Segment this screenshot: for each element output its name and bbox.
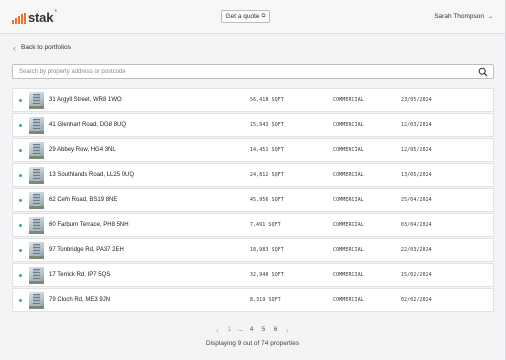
property-type: COMMERCIAL	[333, 173, 364, 178]
property-thumbnail	[29, 217, 44, 234]
property-area: 14,451 SQFT	[250, 148, 284, 153]
property-area: 56,418 SQFT	[250, 98, 284, 103]
property-address: 79 Cloch Rd, ME3 9JN	[49, 297, 111, 303]
property-thumbnail	[29, 167, 44, 184]
property-date: 22/03/2024	[401, 248, 432, 253]
property-row[interactable]: 97 Tonbridge Rd, PA37 2EH 18,983 SQFT CO…	[12, 238, 494, 262]
property-date: 12/05/2024	[401, 148, 432, 153]
property-row[interactable]: 79 Cloch Rd, ME3 9JN 8,319 SQFT COMMERCI…	[12, 288, 494, 312]
page: stak ® Get a quote ⧉ Sarah Thompson ⌄ ‹ …	[0, 0, 506, 360]
property-row[interactable]: 29 Abbey Row, HG4 3NL 14,451 SQFT COMMER…	[12, 138, 494, 162]
status-dot	[19, 149, 22, 152]
property-type: COMMERCIAL	[333, 123, 364, 128]
prev-page-button[interactable]: ‹	[212, 326, 224, 335]
page-6[interactable]: 6	[270, 327, 282, 333]
property-date: 12/03/2024	[401, 123, 432, 128]
page-ellipsis: ...	[237, 327, 243, 333]
logo-trademark: ®	[54, 8, 58, 13]
property-area: 7,491 SQFT	[250, 223, 281, 228]
property-type: COMMERCIAL	[333, 248, 364, 253]
status-dot	[19, 99, 22, 102]
get-a-quote-label: Get a quote	[225, 13, 260, 20]
property-thumbnail	[29, 292, 44, 309]
property-type: COMMERCIAL	[333, 223, 364, 228]
back-to-portfolios-link[interactable]: ‹ Back to portfolios	[13, 42, 71, 53]
property-type: COMMERCIAL	[333, 148, 364, 153]
property-date: 13/05/2024	[401, 173, 432, 178]
status-dot	[19, 124, 22, 127]
property-thumbnail	[29, 117, 44, 134]
property-row[interactable]: 31 Argyll Street, WR8 1WO 56,418 SQFT CO…	[12, 88, 494, 112]
property-row[interactable]: 62 Cefn Road, BS19 8NE 45,956 SQFT COMME…	[12, 188, 494, 212]
next-page-button[interactable]: ›	[282, 326, 294, 335]
search-placeholder: Search by property address or postcode	[19, 68, 126, 75]
search-input[interactable]: Search by property address or postcode	[12, 64, 494, 79]
back-link-label: Back to portfolios	[21, 44, 71, 51]
property-area: 24,812 SQFT	[250, 173, 284, 178]
property-row[interactable]: 13 Southlands Road, LL25 0UQ 24,812 SQFT…	[12, 163, 494, 187]
property-date: 03/04/2024	[401, 223, 432, 228]
property-address: 31 Argyll Street, WR8 1WO	[49, 97, 122, 103]
chevron-left-icon: ‹	[13, 42, 16, 53]
property-type: COMMERCIAL	[333, 298, 364, 303]
property-area: 8,319 SQFT	[250, 298, 281, 303]
get-a-quote-button[interactable]: Get a quote ⧉	[221, 10, 270, 23]
property-thumbnail	[29, 92, 44, 109]
property-thumbnail	[29, 192, 44, 209]
property-area: 32,940 SQFT	[250, 273, 284, 278]
property-date: 02/02/2024	[401, 298, 432, 303]
property-area: 15,943 SQFT	[250, 123, 284, 128]
property-date: 15/02/2024	[401, 273, 432, 278]
top-bar: stak ® Get a quote ⧉ Sarah Thompson ⌄	[0, 0, 505, 34]
property-row[interactable]: 41 Glenhart Road, DG8 8UQ 15,943 SQFT CO…	[12, 113, 494, 137]
search-icon[interactable]	[478, 67, 488, 77]
property-area: 18,983 SQFT	[250, 248, 284, 253]
property-row[interactable]: 60 Farburn Terrace, PH8 5NH 7,491 SQFT C…	[12, 213, 494, 237]
property-address: 62 Cefn Road, BS19 8NE	[49, 197, 118, 203]
property-address: 60 Farburn Terrace, PH8 5NH	[49, 222, 129, 228]
property-address: 17 Terrick Rd, IP7 5QS	[49, 272, 111, 278]
property-address: 13 Southlands Road, LL25 0UQ	[49, 172, 135, 178]
property-row[interactable]: 17 Terrick Rd, IP7 5QS 32,940 SQFT COMME…	[12, 263, 494, 287]
property-address: 29 Abbey Row, HG4 3NL	[49, 147, 116, 153]
logo-bars-icon	[12, 13, 26, 24]
status-dot	[19, 249, 22, 252]
status-dot	[19, 174, 22, 177]
status-dot	[19, 224, 22, 227]
property-date: 23/05/2024	[401, 98, 432, 103]
results-summary: Displaying 9 out of 74 properties	[205, 340, 300, 347]
page-current[interactable]: 1	[224, 327, 236, 333]
property-type: COMMERCIAL	[333, 98, 364, 103]
user-name: Sarah Thompson	[434, 13, 484, 20]
property-thumbnail	[29, 267, 44, 284]
external-link-icon: ⧉	[261, 13, 266, 19]
property-thumbnail	[29, 242, 44, 259]
chevron-down-icon: ⌄	[487, 14, 494, 20]
logo-text: stak	[28, 10, 54, 25]
page-5[interactable]: 5	[258, 327, 270, 333]
pagination: ‹ 1 ... 4 5 6 ›	[0, 325, 505, 335]
property-type: COMMERCIAL	[333, 198, 364, 203]
page-4[interactable]: 4	[246, 327, 258, 333]
property-list: 31 Argyll Street, WR8 1WO 56,418 SQFT CO…	[12, 88, 494, 313]
property-type: COMMERCIAL	[333, 273, 364, 278]
user-menu[interactable]: Sarah Thompson ⌄	[434, 13, 494, 20]
property-area: 45,956 SQFT	[250, 198, 284, 203]
status-dot	[19, 199, 22, 202]
property-address: 97 Tonbridge Rd, PA37 2EH	[49, 247, 124, 253]
property-address: 41 Glenhart Road, DG8 8UQ	[49, 122, 127, 128]
status-dot	[19, 274, 22, 277]
property-date: 25/04/2024	[401, 198, 432, 203]
logo[interactable]: stak ®	[12, 8, 58, 25]
status-dot	[19, 299, 22, 302]
property-thumbnail	[29, 142, 44, 159]
